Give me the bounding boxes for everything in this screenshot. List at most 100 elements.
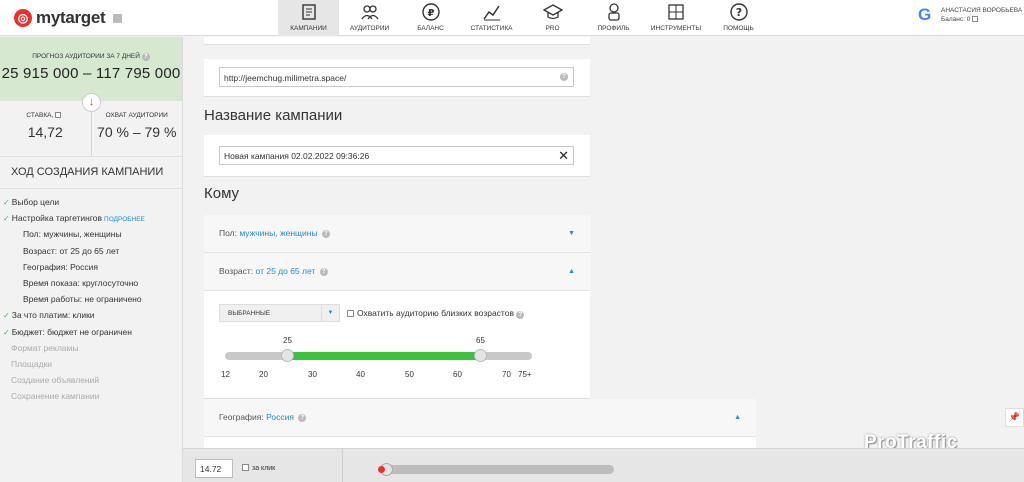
budget-indicator xyxy=(378,466,385,473)
per-click-checkbox[interactable]: за клик xyxy=(242,464,275,472)
geography-accordion[interactable]: География: Россия ? ▲ xyxy=(204,399,756,437)
campaigns-icon xyxy=(301,4,316,20)
age-accordion[interactable]: Возраст: от 25 до 65 лет ? ▲ xyxy=(204,253,590,291)
age-mode-select[interactable]: ВЫБРАННЫЕ ▼ xyxy=(219,304,340,322)
nav-balance[interactable]: ₽ Баланс xyxy=(400,0,461,36)
bid-value: 14,72 xyxy=(27,124,63,140)
reach-label: ОХВАТ АУДИТОРИИ xyxy=(105,112,168,119)
sidebar: ПРОГНОЗ АУДИТОРИИ ЗА 7 ДНЕЙ ? 25 915 000… xyxy=(0,37,183,482)
help-icon[interactable]: ? xyxy=(319,267,328,276)
check-icon: ✓ xyxy=(3,214,10,224)
url-card: http://jeemchug.milimetra.space/ ? xyxy=(204,59,590,97)
arrow-down-icon[interactable]: ↓ xyxy=(82,93,101,112)
help-icon[interactable]: ? xyxy=(141,53,150,61)
geography-body xyxy=(204,437,756,448)
help-icon[interactable]: ? xyxy=(516,311,525,319)
step-work-time: Время работы: не ограничено xyxy=(23,294,142,305)
step-payment[interactable]: ✓ За что платим: клики xyxy=(0,307,182,323)
checkbox-icon[interactable] xyxy=(347,310,354,317)
help-icon[interactable]: ? xyxy=(298,413,307,422)
nav-statistics[interactable]: Статистика xyxy=(461,0,522,36)
user-info: АНАСТАСИЯ ВОРОБЬЕВА Баланс: 0 xyxy=(941,6,1022,24)
age-label: Возраст: xyxy=(219,266,254,276)
geo-value: Россия xyxy=(266,412,294,422)
step-age: Возраст: от 25 до 65 лет xyxy=(23,245,120,256)
previous-card xyxy=(204,37,590,45)
reach-value: 70 % – 79 % xyxy=(97,124,177,140)
gender-accordion[interactable]: Пол: мужчины, женщины ? ▼ xyxy=(204,215,590,253)
age-to-label: 65 xyxy=(476,336,485,345)
tools-icon xyxy=(668,4,684,20)
help-icon[interactable]: ? xyxy=(321,229,330,238)
step-targeting[interactable]: ✓ Настройка таргетингов ПОДРОБНЕЕ xyxy=(0,210,182,226)
balance-box-icon xyxy=(972,16,979,22)
age-tick: 12 xyxy=(221,370,230,379)
nav-label: Баланс xyxy=(417,25,444,32)
checkbox-icon[interactable] xyxy=(242,464,249,471)
age-range-fill xyxy=(288,352,481,360)
near-ages-label: Охватить аудиторию близких возрастов xyxy=(357,308,514,318)
age-tick: 20 xyxy=(259,370,268,379)
gender-value: мужчины, женщины xyxy=(239,228,318,238)
age-to-handle[interactable] xyxy=(474,349,487,362)
per-click-label: за клик xyxy=(252,465,276,472)
budget-slider[interactable] xyxy=(378,463,614,476)
nav-help[interactable]: ? Помощь xyxy=(708,0,769,36)
main-content: http://jeemchug.milimetra.space/ ? Назва… xyxy=(184,37,1024,448)
reach-stat: ОХВАТ АУДИТОРИИ 70 % – 79 % xyxy=(90,101,183,156)
user-menu[interactable]: G АНАСТАСИЯ ВОРОБЬЕВА Баланс: 0 xyxy=(918,6,1022,24)
logo-menu-icon[interactable] xyxy=(113,13,123,23)
nav-label: PRO xyxy=(545,25,560,32)
nav-campaigns[interactable]: Кампании xyxy=(278,0,339,36)
nav-label: Аудитории xyxy=(349,25,390,32)
bid-input[interactable]: 14.72 xyxy=(195,459,233,478)
age-mode-value: ВЫБРАННЫЕ xyxy=(228,310,271,317)
age-value: от 25 до 65 лет xyxy=(255,266,316,276)
chevron-up-icon[interactable]: ▲ xyxy=(734,414,741,421)
bid-reach-stats: ↓ СТАВКА, 14,72 ОХВАТ АУДИТОРИИ 70 % – 7… xyxy=(0,93,183,157)
pin-icon[interactable]: 📌 xyxy=(1005,408,1024,427)
campaign-name-value: Новая кампания 02.02.2022 09:36:26 xyxy=(224,151,370,161)
nav-audiences[interactable]: Аудитории xyxy=(339,0,400,36)
user-balance: Баланс: 0 xyxy=(941,16,971,23)
check-icon: ✓ xyxy=(3,198,10,207)
chevron-up-icon[interactable]: ▲ xyxy=(568,268,575,275)
progress-steps: ✓ Выбор цели ✓ Настройка таргетингов ПОДРОБ… xyxy=(0,189,182,404)
age-range-slider[interactable] xyxy=(225,349,532,362)
campaign-name-card: Новая кампания 02.02.2022 09:36:26 ✕ xyxy=(204,135,590,177)
step-goal[interactable]: ✓ Выбор цели xyxy=(0,194,182,210)
profile-icon xyxy=(607,3,620,21)
age-from-handle[interactable] xyxy=(281,349,294,362)
statistics-icon xyxy=(482,5,500,21)
age-tick: 40 xyxy=(356,370,365,379)
chevron-down-icon: ▼ xyxy=(321,305,339,321)
step-placements: Площадки xyxy=(11,358,53,369)
nav-profile[interactable]: Профиль xyxy=(583,0,644,36)
svg-text:₽: ₽ xyxy=(427,8,434,19)
url-value: http://jeemchug.milimetra.space/ xyxy=(224,73,347,83)
bid-info-box-icon xyxy=(55,112,62,118)
whom-title: Кому xyxy=(204,185,240,202)
bottom-bar: 14.72 за клик xyxy=(183,448,1024,482)
more-link[interactable]: ПОДРОБНЕЕ xyxy=(104,216,145,223)
help-icon[interactable]: ? xyxy=(560,73,568,81)
bid-label: СТАВКА, xyxy=(26,112,54,119)
close-icon[interactable]: ✕ xyxy=(558,147,569,164)
url-input[interactable]: http://jeemchug.milimetra.space/ ? xyxy=(219,67,574,87)
nav-tools[interactable]: Инструменты xyxy=(644,0,708,36)
ruble-icon: ₽ xyxy=(421,3,440,21)
campaign-name-input[interactable]: Новая кампания 02.02.2022 09:36:26 ✕ xyxy=(219,146,574,165)
google-icon: G xyxy=(918,5,932,24)
age-from-label: 25 xyxy=(283,336,292,345)
near-ages-checkbox[interactable]: Охватить аудиторию близких возрастов ? xyxy=(347,308,525,319)
check-icon: ✓ xyxy=(3,311,10,321)
divider xyxy=(342,449,343,482)
step-budget[interactable]: ✓ Бюджет: бюджет не ограничен xyxy=(0,324,182,340)
chevron-down-icon[interactable]: ▼ xyxy=(568,230,575,237)
mytarget-logo-icon: ◎ xyxy=(14,9,32,27)
nav-label: Инструменты xyxy=(650,25,702,32)
age-settings: ВЫБРАННЫЕ ▼ Охватить аудиторию близких в… xyxy=(204,291,590,399)
nav-pro[interactable]: PRO xyxy=(522,0,583,36)
logo[interactable]: ◎ mytarget xyxy=(14,8,123,28)
progress-title: ХОД СОЗДАНИЯ КАМПАНИИ xyxy=(0,157,182,189)
